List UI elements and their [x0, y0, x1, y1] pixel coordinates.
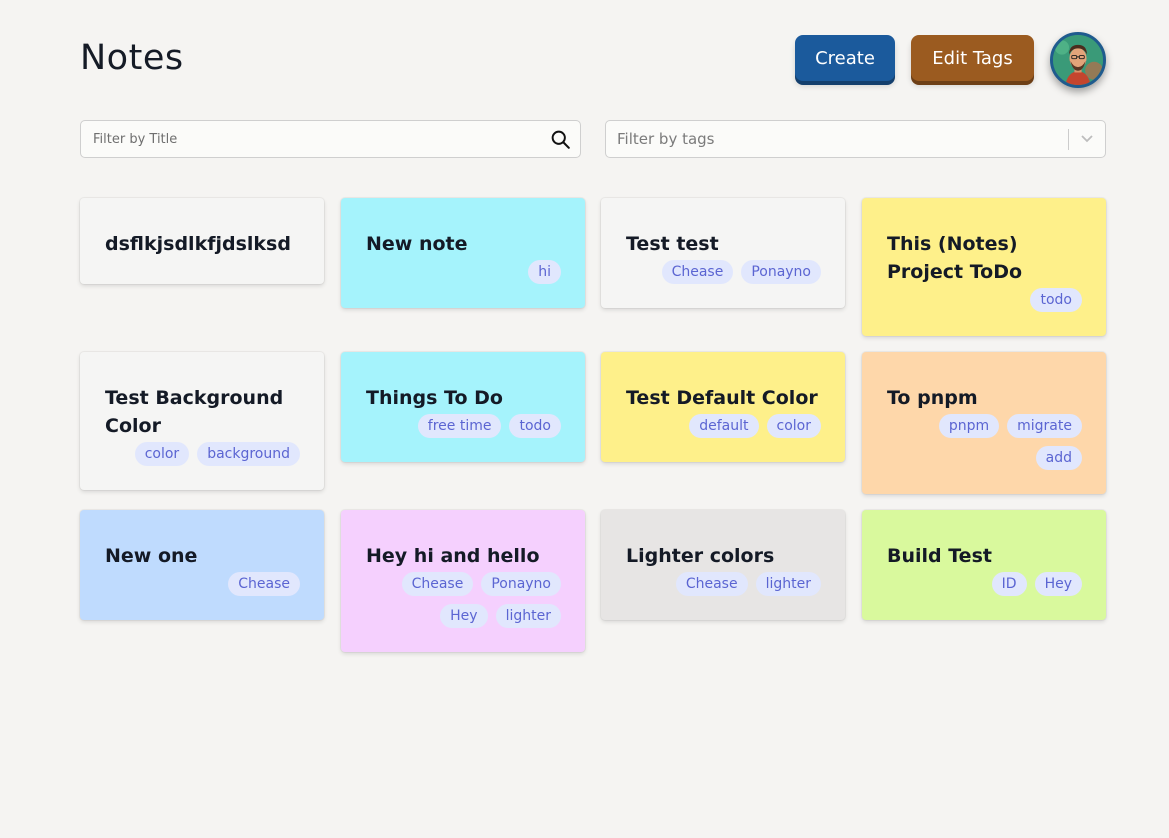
note-tag-list: color background — [105, 442, 300, 466]
note-tag-list: Chease — [105, 572, 300, 596]
search-icon[interactable] — [550, 129, 571, 150]
note-title: Hey hi and hello — [366, 545, 540, 567]
note-card[interactable]: Things To Do free time todo — [341, 352, 585, 462]
note-tag-list: pnpm migrate add — [887, 414, 1082, 470]
note-tag: lighter — [755, 572, 821, 596]
note-card[interactable]: New note hi — [341, 198, 585, 308]
note-tag: color — [134, 442, 190, 466]
edit-tags-button[interactable]: Edit Tags — [911, 35, 1034, 81]
note-tag: hi — [528, 260, 561, 284]
note-tag: Chease — [661, 260, 734, 284]
note-tag: Ponayno — [481, 572, 561, 596]
note-title: Test Background Color — [105, 387, 284, 437]
note-tag-list: Chease lighter — [626, 572, 821, 596]
tags-filter-select[interactable]: Filter by tags — [605, 120, 1106, 158]
note-tag-list: todo — [887, 288, 1082, 312]
note-card[interactable]: Test test Chease Ponayno — [601, 198, 845, 308]
note-tag-list: Chease Ponayno Hey lighter — [366, 572, 561, 628]
avatar[interactable] — [1050, 32, 1106, 88]
note-tag-list: Chease Ponayno — [626, 260, 821, 284]
note-tag: Ponayno — [741, 260, 821, 284]
note-title: To pnpm — [887, 387, 978, 409]
note-title: dsflkjsdlkfjdslksd — [105, 233, 291, 255]
note-card[interactable]: New one Chease — [80, 510, 324, 620]
note-tag: migrate — [1007, 414, 1082, 438]
note-title: This (Notes) Project ToDo — [887, 233, 1023, 283]
note-card[interactable]: Test Default Color default color — [601, 352, 845, 462]
note-tag-list: free time todo — [366, 414, 561, 438]
tags-filter-separator — [1068, 129, 1069, 150]
note-tag: free time — [417, 414, 502, 438]
note-card[interactable]: To pnpm pnpm migrate add — [862, 352, 1106, 494]
note-tag-list: ID Hey — [887, 572, 1082, 596]
note-card[interactable]: Lighter colors Chease lighter — [601, 510, 845, 620]
note-card[interactable]: This (Notes) Project ToDo todo — [862, 198, 1106, 336]
note-tag: Hey — [1034, 572, 1082, 596]
create-button[interactable]: Create — [795, 35, 895, 81]
note-title: Things To Do — [366, 387, 503, 409]
note-tag-list: default color — [626, 414, 821, 438]
note-tag-list: hi — [366, 260, 561, 284]
note-tag: default — [689, 414, 759, 438]
note-card[interactable]: dsflkjsdlkfjdslksd — [80, 198, 324, 284]
note-card[interactable]: Hey hi and hello Chease Ponayno Hey lighter — [341, 510, 585, 652]
note-tag: todo — [509, 414, 561, 438]
note-tag: Chease — [401, 572, 474, 596]
note-title: Test test — [626, 233, 719, 255]
page-title: Notes — [80, 38, 184, 78]
note-title: Lighter colors — [626, 545, 775, 567]
note-tag: add — [1035, 446, 1082, 470]
note-tag: lighter — [495, 604, 561, 628]
tags-filter-placeholder: Filter by tags — [617, 130, 715, 148]
note-card[interactable]: Build Test ID Hey — [862, 510, 1106, 620]
note-tag: Chease — [228, 572, 300, 596]
note-tag: Chease — [675, 572, 748, 596]
chevron-down-icon[interactable] — [1080, 134, 1094, 144]
note-title: Build Test — [887, 545, 992, 567]
note-title: Test Default Color — [626, 387, 818, 409]
note-tag: Hey — [440, 604, 488, 628]
note-card[interactable]: Test Background Color color background — [80, 352, 324, 490]
note-tag: pnpm — [938, 414, 1000, 438]
note-title: New one — [105, 545, 198, 567]
note-tag: background — [197, 442, 300, 466]
title-filter — [80, 120, 581, 158]
title-filter-input[interactable] — [81, 121, 541, 157]
avatar-portrait-icon — [1053, 35, 1103, 85]
note-tag: todo — [1030, 288, 1082, 312]
note-title: New note — [366, 233, 468, 255]
note-tag: color — [766, 414, 821, 438]
note-tag: ID — [991, 572, 1027, 596]
